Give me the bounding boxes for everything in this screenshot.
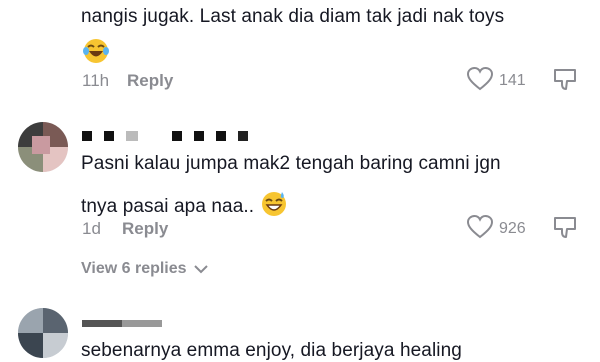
comment-text-line2-wrap: tnya pasai apa naa.. [81, 190, 288, 224]
chevron-down-icon [194, 265, 208, 274]
like-count: 141 [499, 72, 526, 89]
dislike-button[interactable] [552, 67, 578, 98]
like-button[interactable] [466, 66, 494, 97]
view-replies-button[interactable]: View 6 replies [81, 260, 208, 278]
reply-button[interactable]: Reply [122, 219, 168, 239]
dislike-button[interactable] [552, 215, 578, 246]
like-button[interactable] [466, 214, 494, 245]
comment-text: sebenarnya emma enjoy, dia berjaya heali… [81, 340, 462, 361]
heart-icon [466, 66, 494, 91]
comment-text-line1: Pasni kalau jumpa mak2 tengah baring cam… [81, 153, 501, 174]
thumbs-down-icon [554, 217, 576, 238]
view-replies-label: View 6 replies [81, 260, 187, 277]
laughing-tears-emoji-icon [82, 37, 110, 70]
comment-time: 1d [82, 219, 101, 238]
comment-text: nangis jugak. Last anak dia diam tak jad… [81, 6, 505, 27]
sweat-smile-emoji-icon [260, 190, 288, 224]
avatar[interactable] [18, 122, 68, 172]
reply-button[interactable]: Reply [127, 71, 173, 91]
heart-icon [466, 214, 494, 239]
avatar[interactable] [18, 308, 68, 358]
comment-time: 11h [82, 71, 110, 90]
comment-text-line2: tnya pasai apa naa.. [81, 196, 255, 218]
like-count: 926 [499, 220, 526, 237]
thumbs-down-icon [554, 69, 576, 90]
